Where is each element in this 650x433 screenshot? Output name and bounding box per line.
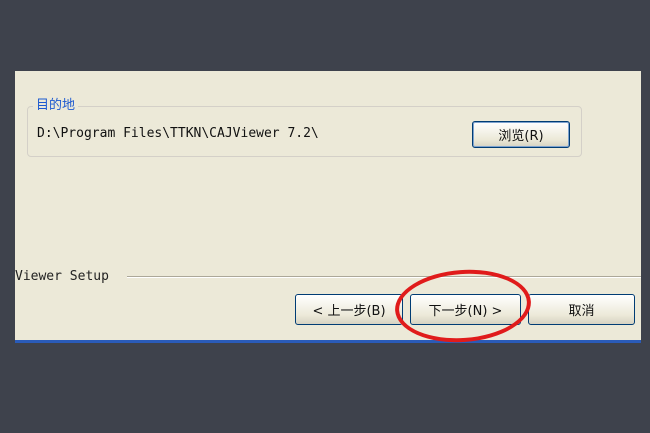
setup-title-label: Viewer Setup — [15, 269, 109, 284]
destination-path: D:\Program Files\TTKN\CAJViewer 7.2\ — [37, 126, 319, 141]
next-button[interactable]: 下一步(N) > — [410, 294, 521, 325]
back-button[interactable]: < 上一步(B) — [295, 294, 403, 325]
footer-divider — [127, 276, 641, 278]
browse-button[interactable]: 浏览(R) — [472, 121, 570, 148]
installer-dialog: 目的地 D:\Program Files\TTKN\CAJViewer 7.2\… — [15, 71, 641, 343]
cancel-button[interactable]: 取消 — [528, 294, 635, 325]
destination-group-title: 目的地 — [33, 98, 79, 114]
